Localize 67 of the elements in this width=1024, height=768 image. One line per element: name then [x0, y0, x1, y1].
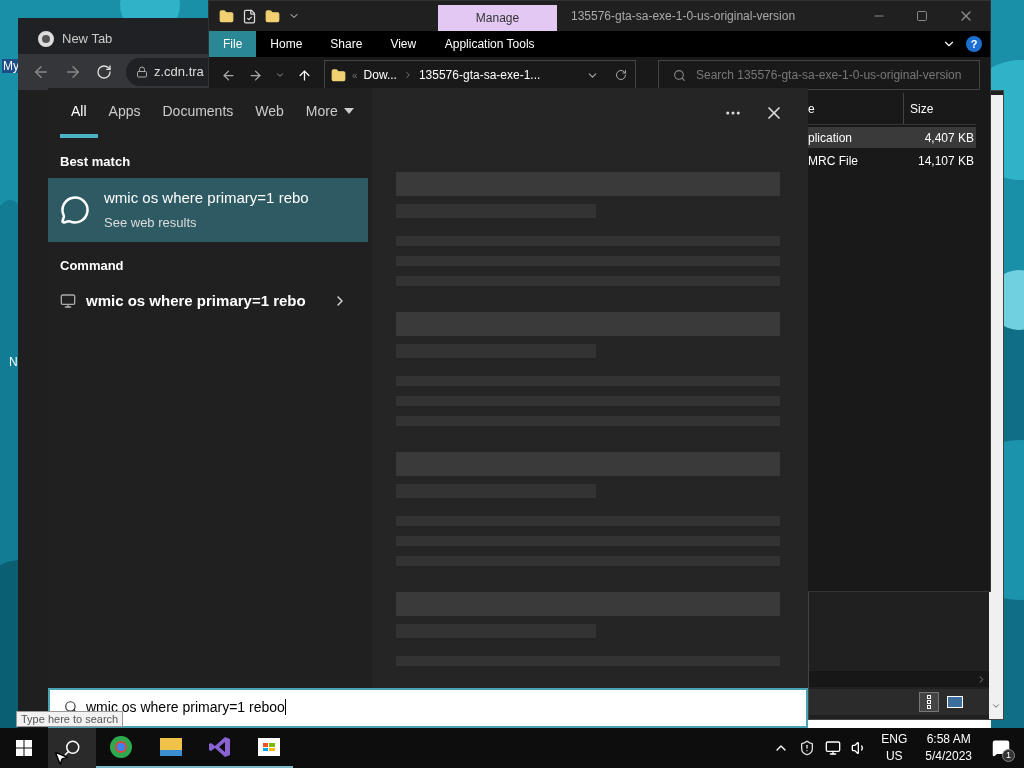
breadcrumb[interactable]: Dow...: [363, 66, 397, 84]
notification-count: 1: [1002, 749, 1015, 762]
tooltip: Type here to search: [16, 711, 124, 727]
contextual-tab-header: Manage: [438, 5, 557, 31]
window-title: 135576-gta-sa-exe-1-0-us-original-version: [571, 8, 796, 25]
table-cell-text: MRC File: [808, 152, 859, 170]
ribbon-tab[interactable]: Share: [316, 31, 377, 57]
search-icon: [63, 739, 81, 757]
breadcrumb[interactable]: 135576-gta-sa-exe-1...: [418, 66, 541, 84]
back-icon[interactable]: [221, 67, 236, 83]
table-cell-text: plication: [808, 129, 854, 147]
lock-icon: [136, 66, 148, 78]
up-icon[interactable]: [297, 67, 312, 83]
details-view-icon[interactable]: [919, 692, 939, 712]
ribbon-tab[interactable]: View: [376, 31, 431, 57]
clock[interactable]: 6:58 AM 5/4/2023: [921, 731, 976, 765]
caret-icon: [343, 108, 354, 114]
result-subtitle: See web results: [104, 214, 198, 232]
search-filter-tab[interactable]: Documents: [151, 88, 245, 138]
search-icon: [673, 68, 686, 82]
file-row[interactable]: plication 4,407 KB: [808, 127, 976, 148]
table-cell-text: 14,107 KB: [916, 152, 975, 170]
overflow-chevrons[interactable]: «: [352, 67, 358, 83]
ribbon-tab[interactable]: Home: [256, 31, 317, 57]
desktop-icon-label[interactable]: N: [8, 355, 19, 369]
maximize-icon[interactable]: [916, 10, 928, 22]
search-button[interactable]: [48, 728, 96, 768]
search-result[interactable]: wmic os where primary=1 rebo: [48, 281, 368, 321]
search-icon: [64, 700, 78, 714]
shield-warning-icon[interactable]: [799, 740, 816, 756]
chat-bubble-icon: [60, 194, 90, 225]
windows-logo-icon: [16, 740, 32, 756]
search-result[interactable]: wmic os where primary=1 rebo See web results: [48, 177, 368, 242]
large-icons-view-icon[interactable]: [947, 696, 963, 708]
cursor-icon: [53, 750, 69, 766]
browser-logo-icon: [38, 31, 54, 47]
folder-icon[interactable]: [219, 8, 234, 24]
ribbon-tab[interactable]: Application Tools: [430, 31, 550, 57]
language-indicator[interactable]: ENG US: [877, 731, 912, 765]
command-icon: [60, 293, 76, 309]
search-filter-tab[interactable]: All: [60, 88, 98, 138]
ribbon-tab[interactable]: File: [209, 31, 257, 57]
address-bar[interactable]: z.cdn.tra: [126, 58, 208, 86]
folder-icon: [331, 67, 346, 83]
result-title: wmic os where primary=1 rebo: [104, 187, 309, 208]
forward-icon[interactable]: [248, 67, 263, 83]
forward-icon[interactable]: [64, 63, 82, 81]
properties-icon[interactable]: [242, 8, 257, 24]
recent-locations-icon[interactable]: [275, 70, 285, 80]
new-folder-icon[interactable]: [265, 8, 280, 24]
tab-title[interactable]: New Tab: [62, 29, 113, 49]
table-cell-text: 4,407 KB: [923, 129, 975, 147]
result-title: wmic os where primary=1 rebo: [86, 290, 306, 311]
file-row[interactable]: MRC File 14,107 KB: [808, 150, 976, 171]
search-filter-tab[interactable]: Web: [244, 88, 295, 138]
scroll-down-icon[interactable]: [991, 701, 1001, 711]
search-filter-tab[interactable]: Apps: [97, 88, 152, 138]
search-filter-tab[interactable]: More: [294, 88, 365, 138]
refresh-icon[interactable]: [615, 69, 627, 81]
section-heading: Best match: [59, 153, 132, 171]
section-heading: Command: [59, 256, 125, 275]
back-icon[interactable]: [32, 63, 50, 81]
notifications-button[interactable]: 1: [986, 733, 1016, 763]
help-button[interactable]: ?: [966, 36, 982, 52]
reload-icon[interactable]: [96, 64, 112, 80]
network-icon[interactable]: [825, 740, 842, 756]
column-header[interactable]: Size: [904, 93, 976, 124]
